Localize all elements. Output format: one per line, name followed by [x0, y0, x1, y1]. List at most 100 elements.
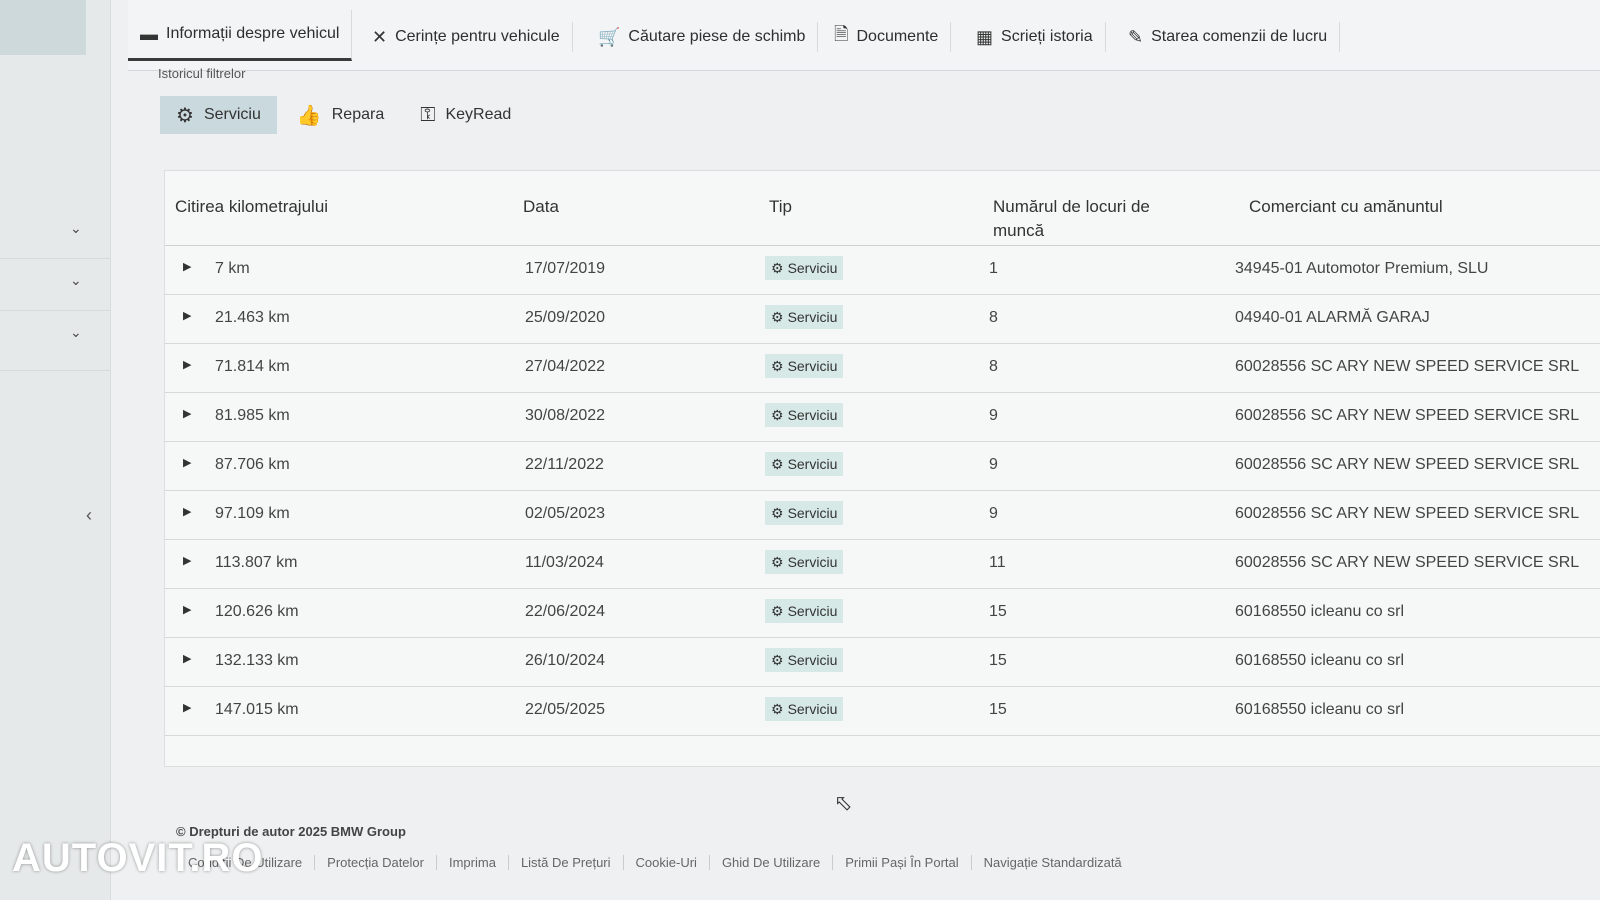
- cart-icon: 🛒: [598, 26, 621, 47]
- cell-mileage: 71.814 km: [215, 358, 290, 375]
- type-badge: ⚙ Serviciu: [765, 648, 844, 672]
- header-mileage[interactable]: Citirea kilometrajului: [175, 195, 328, 219]
- cell-date: 17/07/2019: [525, 260, 606, 277]
- mouse-cursor-icon: ⬁: [834, 790, 853, 815]
- type-label: Serviciu: [787, 652, 838, 668]
- cell-mileage: 21.463 km: [215, 309, 290, 326]
- cell-job-count: 15: [989, 603, 1007, 620]
- gear-icon: ⚙: [771, 700, 784, 717]
- expand-caret-icon[interactable]: ▶: [183, 456, 191, 469]
- edit-icon: ✎: [1128, 26, 1144, 47]
- expand-caret-icon[interactable]: ▶: [183, 505, 191, 518]
- sidebar-divider: [0, 310, 110, 311]
- cell-date: 02/05/2023: [525, 505, 606, 522]
- footer-link-standard-navigation[interactable]: Navigație Standardizată: [970, 855, 1134, 870]
- expand-caret-icon[interactable]: ▶: [183, 260, 191, 273]
- type-badge: ⚙ Serviciu: [765, 550, 844, 574]
- watermark-logo: AUTOVIT.RO: [12, 836, 264, 880]
- footer-link-imprint[interactable]: Imprima: [435, 855, 508, 870]
- tab-label: Informații despre vehicul: [166, 25, 340, 42]
- type-badge: ⚙ Serviciu: [765, 599, 844, 623]
- cell-dealer: 04940-01 ALARMĂ GARAJ: [1235, 309, 1430, 326]
- sidebar-divider: [0, 370, 110, 371]
- type-badge: ⚙ Serviciu: [765, 452, 844, 476]
- cell-date: 22/05/2025: [525, 701, 606, 718]
- footer-links: Condiții De Utilizare Protecția Datelor …: [176, 855, 1134, 870]
- cell-dealer: 60168550 icleanu co srl: [1235, 603, 1405, 620]
- tab-work-order-status[interactable]: ✎ Starea comenzii de lucru: [1116, 22, 1341, 52]
- chevron-down-icon[interactable]: ⌄: [70, 272, 82, 289]
- header-dealer[interactable]: Comerciant cu amănuntul: [1249, 195, 1443, 219]
- cell-date: 27/04/2022: [525, 358, 606, 375]
- cell-dealer: 60028556 SC ARY NEW SPEED SERVICE SRL: [1235, 554, 1580, 571]
- gear-icon: ⚙: [771, 553, 784, 570]
- tab-vehicle-requirements[interactable]: ✕ Cerințe pentru vehicule: [360, 22, 573, 52]
- cell-date: 22/11/2022: [525, 456, 604, 473]
- expand-caret-icon[interactable]: ▶: [183, 701, 191, 714]
- expand-caret-icon[interactable]: ▶: [183, 407, 191, 420]
- cell-date: 30/08/2022: [525, 407, 606, 424]
- table-row[interactable]: ▶ 21.463 km 25/09/2020 ⚙ Serviciu 8 04940-01 A…: [165, 294, 1600, 344]
- footer-link-privacy[interactable]: Protecția Datelor: [314, 855, 436, 870]
- table-row[interactable]: ▶ 87.706 km 22/11/2022 ⚙ Serviciu 9 60028556 S…: [165, 441, 1600, 491]
- header-job-count[interactable]: Numărul de locuri de muncă: [993, 195, 1183, 243]
- cell-dealer: 60028556 SC ARY NEW SPEED SERVICE SRL: [1235, 407, 1580, 424]
- filter-repair-button[interactable]: 👍 Repara: [281, 96, 400, 134]
- gear-icon: ⚙: [176, 104, 194, 127]
- table-row[interactable]: ▶ 71.814 km 27/04/2022 ⚙ Serviciu 8 60028556 S…: [165, 343, 1600, 393]
- cell-job-count: 1: [989, 260, 998, 277]
- type-label: Serviciu: [787, 456, 838, 472]
- footer-link-user-guide[interactable]: Ghid De Utilizare: [708, 855, 832, 870]
- tab-label: Căutare piese de schimb: [628, 28, 806, 45]
- table-row[interactable]: ▶ 113.807 km 11/03/2024 ⚙ Serviciu 11 60028556…: [165, 539, 1600, 589]
- filter-keyread-button[interactable]: ⚿ KeyRead: [404, 96, 527, 134]
- cell-dealer: 60028556 SC ARY NEW SPEED SERVICE SRL: [1235, 358, 1580, 375]
- expand-caret-icon[interactable]: ▶: [183, 603, 191, 616]
- top-tabs: ▬ Informații despre vehicul ✕ Cerințe pe…: [128, 0, 1600, 71]
- tab-label: Cerințe pentru vehicule: [395, 28, 560, 45]
- tab-label: Documente: [856, 28, 939, 45]
- chevron-down-icon[interactable]: ⌄: [70, 324, 82, 341]
- tab-vehicle-info[interactable]: ▬ Informații despre vehicul: [128, 10, 353, 61]
- tab-label: Starea comenzii de lucru: [1151, 28, 1328, 45]
- filter-label: Serviciu: [203, 106, 261, 123]
- filter-history-caption: Istoricul filtrelor: [158, 66, 246, 81]
- footer-link-first-steps[interactable]: Primii Pași În Portal: [832, 855, 970, 870]
- expand-caret-icon[interactable]: ▶: [183, 554, 191, 567]
- footer-link-cookies[interactable]: Cookie-Uri: [622, 855, 709, 870]
- cell-dealer: 60028556 SC ARY NEW SPEED SERVICE SRL: [1235, 456, 1580, 473]
- table-row[interactable]: ▶ 81.985 km 30/08/2022 ⚙ Serviciu 9 60028556 S…: [165, 392, 1600, 442]
- chevron-down-icon[interactable]: ⌄: [70, 220, 82, 237]
- type-label: Serviciu: [787, 309, 838, 325]
- type-label: Serviciu: [787, 407, 838, 423]
- footer-link-price-list[interactable]: Listă De Prețuri: [507, 855, 623, 870]
- service-history-table: Citirea kilometrajului Data Tip Numărul …: [164, 170, 1600, 767]
- expand-caret-icon[interactable]: ▶: [183, 652, 191, 665]
- table-row[interactable]: ▶ 132.133 km 26/10/2024 ⚙ Serviciu 15 60168550…: [165, 637, 1600, 687]
- gear-icon: ⚙: [771, 455, 784, 472]
- table-row[interactable]: ▶ 7 km 17/07/2019 ⚙ Serviciu 1 34945-01 Automo…: [165, 245, 1600, 295]
- table-row[interactable]: ▶ 97.109 km 02/05/2023 ⚙ Serviciu 9 60028556 S…: [165, 490, 1600, 540]
- tools-icon: ✕: [372, 26, 388, 47]
- cell-mileage: 147.015 km: [215, 701, 299, 718]
- document-icon: 🗎: [834, 24, 849, 44]
- type-label: Serviciu: [787, 505, 838, 521]
- cell-mileage: 120.626 km: [215, 603, 299, 620]
- chevron-left-icon[interactable]: ‹: [86, 505, 92, 526]
- header-type[interactable]: Tip: [769, 195, 792, 219]
- expand-caret-icon[interactable]: ▶: [183, 309, 191, 322]
- tab-parts-search[interactable]: 🛒 Căutare piese de schimb: [586, 22, 819, 52]
- type-label: Serviciu: [787, 358, 838, 374]
- tab-write-history[interactable]: ▦ Scrieți istoria: [964, 22, 1106, 52]
- table-row[interactable]: ▶ 120.626 km 22/06/2024 ⚙ Serviciu 15 60168550…: [165, 588, 1600, 638]
- tab-documents[interactable]: 🗎 Documente: [822, 22, 952, 52]
- header-date[interactable]: Data: [523, 195, 559, 219]
- cell-dealer: 34945-01 Automotor Premium, SLU: [1235, 260, 1489, 277]
- cell-dealer: 60028556 SC ARY NEW SPEED SERVICE SRL: [1235, 505, 1580, 522]
- filter-service-button[interactable]: ⚙ Serviciu: [160, 96, 277, 134]
- cell-date: 22/06/2024: [525, 603, 606, 620]
- type-label: Serviciu: [787, 701, 838, 717]
- tab-label: Scrieți istoria: [1001, 28, 1093, 45]
- expand-caret-icon[interactable]: ▶: [183, 358, 191, 371]
- table-row[interactable]: ▶ 147.015 km 22/05/2025 ⚙ Serviciu 15 60168550…: [165, 686, 1600, 736]
